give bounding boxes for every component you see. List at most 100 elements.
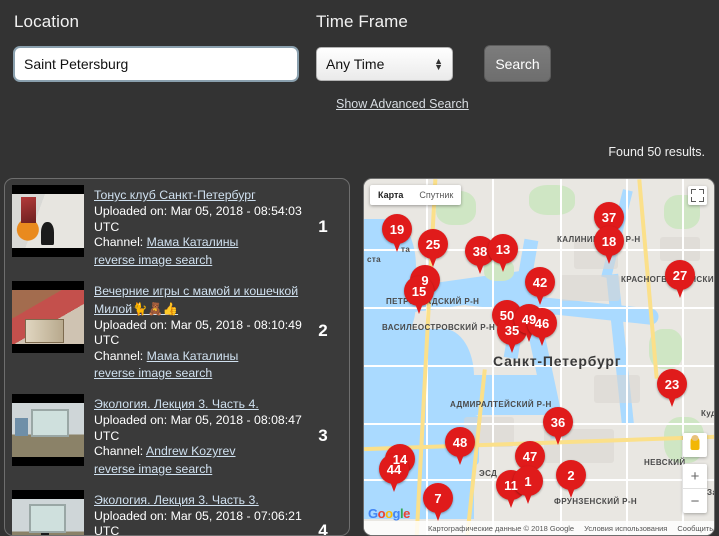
map-water: [459, 375, 549, 415]
result-channel: Channel: Andrew Kozyrev: [94, 444, 303, 460]
map-report-link[interactable]: Сообщить об ошибке на карте: [677, 524, 714, 533]
map-area-label: НЕВСКИЙ: [644, 458, 686, 467]
pegman-icon[interactable]: [683, 433, 707, 457]
result-row[interactable]: Экология. Лекция 3. Часть 3. Uploaded on…: [5, 484, 349, 536]
map-canvas[interactable]: Карта Спутник + − КАЛИНИНСКИЙ Р-НКРАСНОГ…: [364, 179, 714, 535]
zoom-out-button[interactable]: −: [683, 489, 707, 513]
map-area-label: АДМИРАЛТЕЙСКИЙ Р-Н: [450, 400, 552, 409]
result-title-link[interactable]: Вечерние игры с мамой и кошечкой Милой🐈🧸…: [94, 284, 298, 316]
zoom-in-button[interactable]: +: [683, 464, 707, 488]
result-title-link[interactable]: Экология. Лекция 3. Часть 3.: [94, 493, 259, 507]
map-marker[interactable]: 7: [423, 483, 453, 523]
uploaded-label: Uploaded on:: [94, 317, 168, 332]
search-app: Location Time Frame Any Time ▲▼ Search S…: [0, 0, 719, 536]
channel-label: Channel:: [94, 348, 144, 363]
result-thumbnail[interactable]: [12, 489, 84, 535]
map-marker-number: 44: [386, 461, 402, 477]
map-marker-number: 1: [524, 473, 532, 489]
map-marker[interactable]: 18: [594, 226, 624, 266]
map-marker[interactable]: 19: [382, 214, 412, 254]
map-marker-number: 46: [534, 315, 550, 331]
uploaded-label: Uploaded on:: [94, 508, 168, 523]
map-area-label: ста: [367, 255, 382, 264]
map-marker[interactable]: 46: [527, 308, 557, 348]
map-marker-number: 48: [452, 434, 468, 450]
map-area-label: ВАСИЛЕОСТРОВСКИЙ Р-Н: [382, 323, 496, 332]
zoom-control[interactable]: + −: [683, 464, 707, 513]
map-marker-number: 7: [434, 490, 442, 506]
map-marker[interactable]: 36: [543, 407, 573, 447]
chevron-updown-icon: ▲ ▼: [434, 56, 443, 72]
channel-link[interactable]: Мама Каталины: [147, 349, 239, 363]
map-marker[interactable]: 48: [445, 427, 475, 467]
fullscreen-icon[interactable]: [688, 186, 707, 205]
reverse-image-search-link[interactable]: reverse image search: [94, 366, 212, 382]
result-title-link[interactable]: Тонус клуб Санкт-Петербург: [94, 188, 256, 202]
map-park: [529, 185, 575, 215]
search-button[interactable]: Search: [484, 45, 551, 82]
result-index: 3: [318, 425, 328, 445]
result-thumbnail[interactable]: [12, 185, 84, 257]
result-body: Экология. Лекция 3. Часть 3. Uploaded on…: [84, 490, 303, 536]
map-panel[interactable]: Карта Спутник + − КАЛИНИНСКИЙ Р-НКРАСНОГ…: [363, 178, 715, 536]
map-marker[interactable]: 2: [556, 460, 586, 500]
result-row[interactable]: Экология. Лекция 3. Часть 4. Uploaded on…: [5, 388, 349, 484]
map-marker[interactable]: 25: [418, 229, 448, 269]
map-marker-number: 15: [411, 283, 427, 299]
google-logo: Google: [368, 506, 410, 521]
reverse-image-search-link[interactable]: reverse image search: [94, 253, 212, 269]
location-label: Location: [14, 12, 80, 31]
map-area-label: Кудр: [701, 409, 714, 418]
result-channel: Channel: Мама Каталины: [94, 235, 303, 251]
map-marker-number: 18: [601, 233, 617, 249]
channel-link[interactable]: Andrew Kozyrev: [146, 444, 236, 458]
map-type-satellite[interactable]: Спутник: [411, 185, 461, 205]
results-count-text: Found 50 results.: [608, 145, 705, 159]
map-area-label: Санкт-Петербург: [493, 353, 622, 369]
timeframe-selected-value: Any Time: [326, 56, 385, 72]
map-type-map[interactable]: Карта: [370, 185, 411, 205]
result-uploaded: Uploaded on: Mar 05, 2018 - 08:10:49 UTC: [94, 318, 303, 349]
map-marker-number: 19: [389, 221, 405, 237]
map-footer: Картографические данные © 2018 Google Ус…: [364, 521, 714, 535]
map-attribution: Картографические данные © 2018 Google: [428, 523, 575, 533]
result-body: Экология. Лекция 3. Часть 4. Uploaded on…: [84, 394, 303, 478]
channel-label: Channel:: [94, 444, 144, 458]
map-marker-number: 36: [550, 414, 566, 430]
map-marker-number: 13: [495, 241, 511, 257]
map-marker-number: 2: [567, 467, 575, 483]
reverse-image-search-link[interactable]: reverse image search: [94, 462, 212, 478]
result-title-link[interactable]: Экология. Лекция 3. Часть 4.: [94, 397, 259, 411]
timeframe-select[interactable]: Any Time ▲ ▼: [316, 47, 453, 81]
channel-label: Channel:: [94, 235, 144, 249]
result-index: 1: [318, 216, 328, 236]
result-thumbnail[interactable]: [12, 280, 84, 353]
channel-link[interactable]: Мама Каталины: [147, 235, 239, 249]
result-thumbnail[interactable]: [12, 394, 84, 466]
result-index: 2: [318, 321, 328, 341]
result-row[interactable]: Тонус клуб Санкт-Петербург Uploaded on: …: [5, 179, 349, 275]
uploaded-label: Uploaded on:: [94, 413, 168, 427]
map-terms-link[interactable]: Условия использования: [584, 524, 667, 533]
map-area-label: За: [707, 488, 714, 497]
result-uploaded: Uploaded on: Mar 05, 2018 - 07:06:21 UTC: [94, 509, 303, 536]
map-marker[interactable]: 13: [488, 234, 518, 274]
location-input[interactable]: [13, 46, 299, 82]
result-body: Вечерние игры с мамой и кошечкой Милой🐈🧸…: [84, 281, 303, 383]
result-body: Тонус клуб Санкт-Петербург Uploaded on: …: [84, 185, 303, 269]
result-uploaded: Uploaded on: Mar 05, 2018 - 08:08:47 UTC: [94, 413, 303, 444]
map-type-control[interactable]: Карта Спутник: [370, 185, 462, 205]
results-panel[interactable]: Тонус клуб Санкт-Петербург Uploaded on: …: [4, 178, 350, 536]
timeframe-label: Time Frame: [316, 12, 408, 31]
show-advanced-search-link[interactable]: Show Advanced Search: [336, 97, 469, 111]
map-marker[interactable]: 15: [404, 276, 434, 316]
result-channel: Channel: Мама Каталины: [94, 349, 303, 365]
result-row[interactable]: Вечерние игры с мамой и кошечкой Милой🐈🧸…: [5, 275, 349, 389]
uploaded-label: Uploaded on:: [94, 204, 168, 218]
map-marker[interactable]: 44: [379, 454, 409, 494]
map-marker[interactable]: 1: [513, 466, 543, 506]
map-marker[interactable]: 27: [665, 260, 695, 300]
map-marker[interactable]: 23: [657, 369, 687, 409]
map-marker[interactable]: 42: [525, 267, 555, 307]
map-marker-number: 25: [425, 236, 441, 252]
